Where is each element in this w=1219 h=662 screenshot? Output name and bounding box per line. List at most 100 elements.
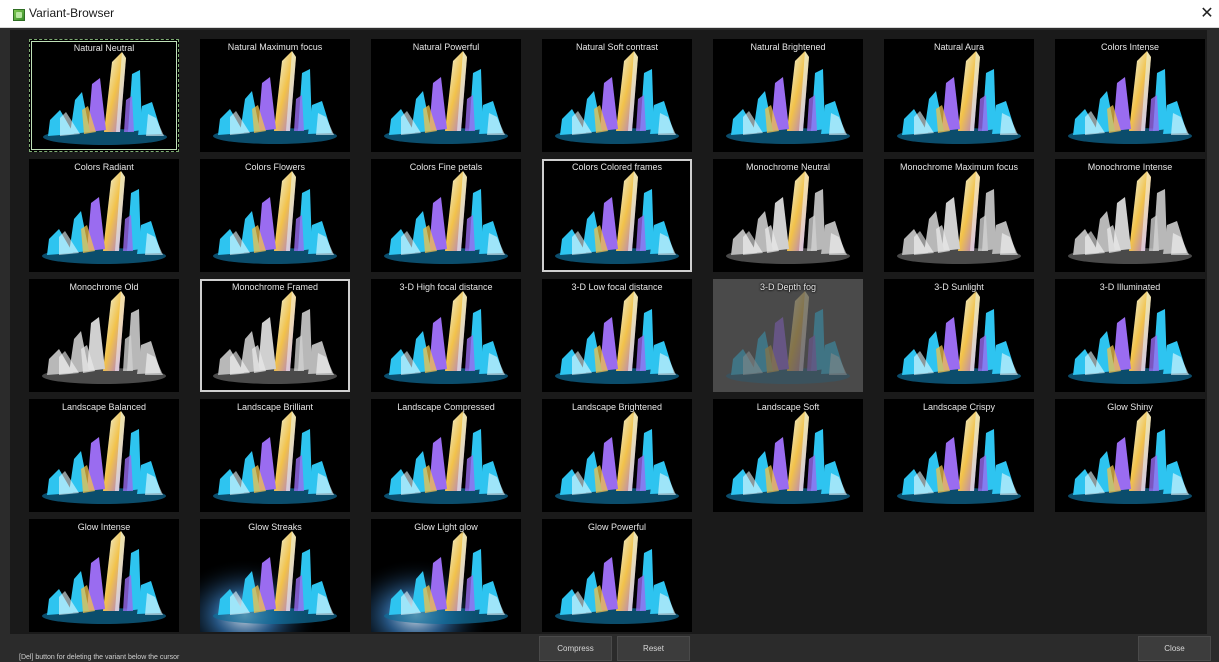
variant-tile[interactable]: Landscape Crispy (884, 399, 1034, 512)
variant-tile[interactable]: Monochrome Maximum focus (884, 159, 1034, 272)
variant-label: Natural Aura (933, 42, 985, 52)
variant-tile[interactable]: 3-D Low focal distance (542, 279, 692, 392)
variant-label: Glow Shiny (1107, 402, 1153, 412)
variant-tile[interactable]: Natural Soft contrast (542, 39, 692, 152)
crystal-thumbnail (384, 291, 508, 384)
variant-label: Landscape Brilliant (236, 402, 314, 412)
variant-label: Monochrome Old (69, 282, 139, 292)
variant-tile[interactable]: Glow Intense (29, 519, 179, 632)
variant-grid: Natural Neutral Natural Maximum focus Natu… (10, 30, 1207, 634)
crystal-thumbnail (726, 171, 850, 264)
variant-tile[interactable]: Natural Maximum focus (200, 39, 350, 152)
variant-tile[interactable]: Natural Aura (884, 39, 1034, 152)
variant-tile[interactable]: Glow Shiny (1055, 399, 1205, 512)
crystal-thumbnail (1068, 171, 1192, 264)
variant-tile[interactable]: Natural Brightened (713, 39, 863, 152)
variant-label: Colors Flowers (244, 162, 305, 172)
variant-tile[interactable]: Glow Streaks (200, 519, 350, 632)
variant-tile[interactable]: Monochrome Intense (1055, 159, 1205, 272)
variant-label: Landscape Crispy (922, 402, 996, 412)
variant-tile[interactable]: Landscape Brightened (542, 399, 692, 512)
variant-tile[interactable]: 3-D High focal distance (371, 279, 521, 392)
variant-label: Natural Neutral (73, 43, 135, 53)
variant-tile[interactable]: 3-D Depth fog (713, 279, 863, 392)
variant-tile[interactable]: Landscape Balanced (29, 399, 179, 512)
status-bar: [Del] button for deleting the variant be… (0, 634, 1219, 662)
variant-label: 3-D Low focal distance (571, 282, 663, 292)
crystal-thumbnail (371, 519, 521, 632)
crystal-thumbnail (897, 411, 1021, 504)
variant-label: Colors Radiant (74, 162, 134, 172)
close-button[interactable]: Close (1138, 636, 1211, 661)
variant-label: Glow Streaks (248, 522, 302, 532)
variant-label: Natural Maximum focus (227, 42, 323, 52)
crystal-thumbnail (42, 531, 166, 624)
variant-label: Landscape Compressed (397, 402, 495, 412)
crystal-thumbnail (726, 51, 850, 144)
title-bar: Variant-Browser ✕ (0, 0, 1219, 28)
crystal-thumbnail (42, 411, 166, 504)
variant-label: 3-D Depth fog (759, 282, 817, 292)
variant-tile[interactable]: Glow Powerful (542, 519, 692, 632)
crystal-thumbnail (897, 51, 1021, 144)
variant-label: Monochrome Framed (231, 282, 319, 292)
crystal-thumbnail (897, 171, 1021, 264)
variant-label: 3-D Sunlight (934, 282, 984, 292)
crystal-thumbnail (555, 411, 679, 504)
crystal-thumbnail (42, 291, 166, 384)
window-title: Variant-Browser (29, 6, 115, 20)
crystal-thumbnail (213, 411, 337, 504)
variant-label: Natural Soft contrast (575, 42, 659, 52)
variant-tile[interactable]: Monochrome Framed (200, 279, 350, 392)
variant-tile[interactable]: Landscape Soft (713, 399, 863, 512)
crystal-thumbnail (213, 291, 337, 384)
crystal-thumbnail (42, 171, 166, 264)
crystal-thumbnail (384, 411, 508, 504)
variant-tile[interactable]: Landscape Brilliant (200, 399, 350, 512)
variant-tile[interactable]: 3-D Illuminated (1055, 279, 1205, 392)
crystal-thumbnail (555, 51, 679, 144)
status-hint: [Del] button for deleting the variant be… (19, 654, 180, 661)
variant-label: Monochrome Intense (1087, 162, 1173, 172)
variant-tile[interactable]: Colors Colored frames (542, 159, 692, 272)
variant-label: 3-D High focal distance (399, 282, 493, 292)
crystal-thumbnail (213, 171, 337, 264)
close-window-icon[interactable]: ✕ (1196, 3, 1218, 25)
variant-tile[interactable]: Natural Neutral (29, 39, 179, 152)
variant-label: Glow Powerful (587, 522, 647, 532)
variant-label: Monochrome Neutral (745, 162, 831, 172)
variant-label: Monochrome Maximum focus (899, 162, 1019, 172)
variant-label: Natural Brightened (750, 42, 826, 52)
variant-tile[interactable]: Monochrome Old (29, 279, 179, 392)
variant-label: Landscape Brightened (571, 402, 663, 412)
variant-tile[interactable]: Natural Powerful (371, 39, 521, 152)
variant-label: Landscape Balanced (61, 402, 147, 412)
variant-label: Natural Powerful (412, 42, 480, 52)
variant-label: Colors Intense (1100, 42, 1160, 52)
variant-tile[interactable]: 3-D Sunlight (884, 279, 1034, 392)
variant-label: Colors Fine petals (409, 162, 483, 172)
variant-label: Glow Light glow (414, 522, 478, 532)
variant-tile[interactable]: Colors Fine petals (371, 159, 521, 272)
variant-tile[interactable]: Landscape Compressed (371, 399, 521, 512)
crystal-thumbnail (1068, 411, 1192, 504)
crystal-thumbnail (726, 411, 850, 504)
compress-button[interactable]: Compress (539, 636, 612, 661)
crystal-thumbnail (43, 52, 167, 145)
crystal-thumbnail (213, 51, 337, 144)
crystal-thumbnail (200, 519, 350, 632)
reset-button[interactable]: Reset (617, 636, 690, 661)
crystal-thumbnail (897, 291, 1021, 384)
app-icon (13, 9, 25, 21)
variant-tile[interactable]: Glow Light glow (371, 519, 521, 632)
variant-tile[interactable]: Monochrome Neutral (713, 159, 863, 272)
variant-tile[interactable]: Colors Flowers (200, 159, 350, 272)
crystal-thumbnail (555, 171, 679, 264)
variant-label: Colors Colored frames (571, 162, 663, 172)
variant-label: Glow Intense (77, 522, 131, 532)
variant-tile[interactable]: Colors Radiant (29, 159, 179, 272)
crystal-thumbnail (384, 171, 508, 264)
variant-tile[interactable]: Colors Intense (1055, 39, 1205, 152)
crystal-thumbnail (726, 291, 850, 384)
crystal-thumbnail (1068, 51, 1192, 144)
